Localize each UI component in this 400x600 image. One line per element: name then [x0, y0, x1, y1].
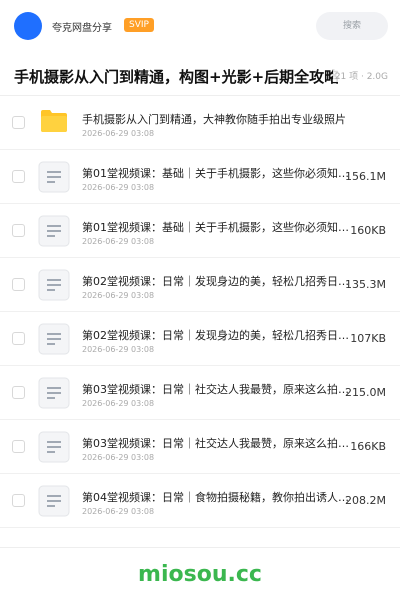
row-checkbox[interactable]	[12, 278, 25, 291]
file-row[interactable]: 第02堂视频课：日常｜发现身边的美，轻松几招秀日常.pdf 2026-06-29 …	[0, 312, 400, 366]
file-row[interactable]: 第04堂视频课：日常｜食物拍摄秘籍，教你拍出诱人美食.mp4 2026-06-29…	[0, 474, 400, 528]
file-name: 第03堂视频课：日常｜社交达人我最赞，原来这么拍.pdf	[82, 437, 350, 450]
file-size: 160KB	[350, 224, 386, 237]
file-size: 166KB	[350, 440, 386, 453]
svip-badge: SVIP	[124, 18, 154, 32]
app-name: 夸克网盘分享	[52, 23, 112, 34]
file-size: 215.0M	[345, 386, 386, 399]
file-date: 2026-06-29 03:08	[82, 345, 155, 354]
file-row[interactable]: 第02堂视频课：日常｜发现身边的美，轻松几招秀日常.mp4 2026-06-29 …	[0, 258, 400, 312]
document-icon	[38, 485, 70, 517]
file-list: 手机摄影从入门到精通，大神教你随手拍出专业级照片 2026-06-29 03:08…	[0, 96, 400, 528]
share-meta: 21 项 · 2.0G	[332, 69, 388, 82]
row-checkbox[interactable]	[12, 224, 25, 237]
file-row[interactable]: 第01堂视频课：基础｜关于手机摄影，这些你必须知道.pdf 2026-06-29 …	[0, 204, 400, 258]
watermark-text: miosou.cc	[138, 562, 262, 587]
row-checkbox[interactable]	[12, 170, 25, 183]
file-date: 2026-06-29 03:08	[82, 291, 155, 300]
file-date: 2026-06-29 03:08	[82, 507, 155, 516]
row-checkbox[interactable]	[12, 116, 25, 129]
file-date: 2026-06-29 03:08	[82, 183, 155, 192]
file-size: 208.2M	[345, 494, 386, 507]
file-date: 2026-06-29 03:08	[82, 129, 155, 138]
file-name: 第01堂视频课：基础｜关于手机摄影，这些你必须知道.mp4	[82, 167, 350, 180]
file-size: 156.1M	[345, 170, 386, 183]
document-icon	[38, 269, 70, 301]
file-name: 第03堂视频课：日常｜社交达人我最赞，原来这么拍.mp4	[82, 383, 350, 396]
file-name: 第04堂视频课：日常｜食物拍摄秘籍，教你拍出诱人美食.mp4	[82, 491, 350, 504]
file-date: 2026-06-29 03:08	[82, 453, 155, 462]
row-checkbox[interactable]	[12, 386, 25, 399]
document-icon	[38, 215, 70, 247]
row-checkbox[interactable]	[12, 494, 25, 507]
page-title: 手机摄影从入门到精通，构图+光影+后期全攻略	[14, 68, 340, 86]
share-title-bar: 手机摄影从入门到精通，构图+光影+后期全攻略 21 项 · 2.0G	[0, 52, 400, 96]
document-icon	[38, 323, 70, 355]
search-input[interactable]: 搜索	[316, 12, 388, 40]
file-date: 2026-06-29 03:08	[82, 399, 155, 408]
divider	[0, 547, 400, 548]
document-icon	[38, 377, 70, 409]
app-header: 夸克网盘分享 SVIP 搜索	[0, 0, 400, 52]
file-name: 手机摄影从入门到精通，大神教你随手拍出专业级照片	[82, 113, 346, 126]
file-row[interactable]: 第03堂视频课：日常｜社交达人我最赞，原来这么拍.mp4 2026-06-29 0…	[0, 366, 400, 420]
row-checkbox[interactable]	[12, 332, 25, 345]
avatar[interactable]	[14, 12, 42, 40]
row-checkbox[interactable]	[12, 440, 25, 453]
file-size: 135.3M	[345, 278, 386, 291]
file-size: 107KB	[350, 332, 386, 345]
file-name: 第01堂视频课：基础｜关于手机摄影，这些你必须知道.pdf	[82, 221, 350, 234]
file-row[interactable]: 手机摄影从入门到精通，大神教你随手拍出专业级照片 2026-06-29 03:08	[0, 96, 400, 150]
file-row[interactable]: 第01堂视频课：基础｜关于手机摄影，这些你必须知道.mp4 2026-06-29 …	[0, 150, 400, 204]
file-name: 第02堂视频课：日常｜发现身边的美，轻松几招秀日常.pdf	[82, 329, 350, 342]
file-row[interactable]: 第03堂视频课：日常｜社交达人我最赞，原来这么拍.pdf 2026-06-29 0…	[0, 420, 400, 474]
file-date: 2026-06-29 03:08	[82, 237, 155, 246]
folder-icon	[41, 110, 67, 132]
document-icon	[38, 431, 70, 463]
document-icon	[38, 161, 70, 193]
file-name: 第02堂视频课：日常｜发现身边的美，轻松几招秀日常.mp4	[82, 275, 350, 288]
